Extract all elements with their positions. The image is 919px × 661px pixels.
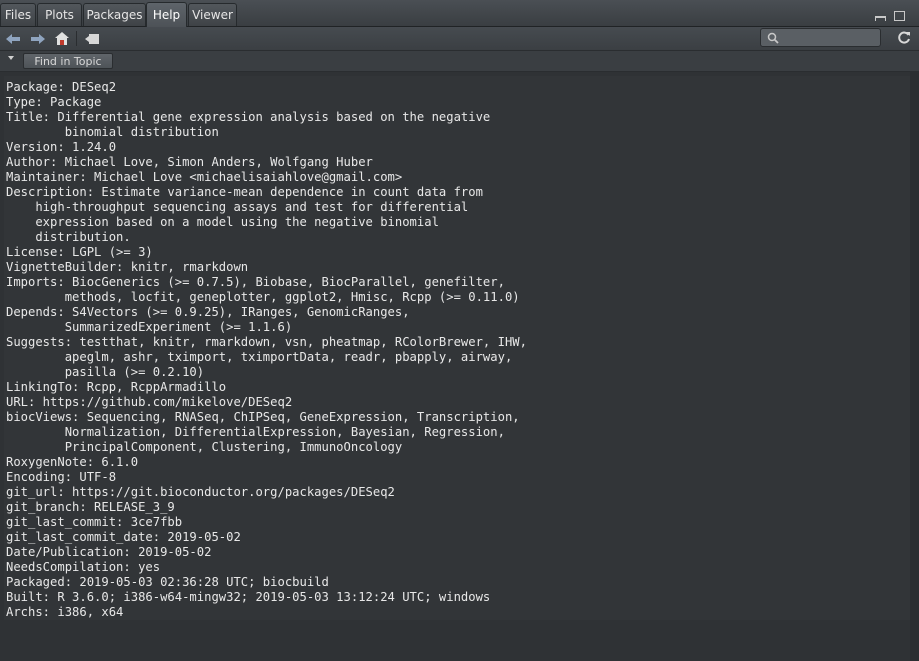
help-toolbar (0, 27, 919, 51)
description-line: Archs: i386, x64 (6, 605, 124, 619)
tab-help[interactable]: Help (146, 2, 187, 27)
description-line: git_branch: RELEASE_3_9 (6, 500, 175, 514)
description-line: Packaged: 2019-05-03 02:36:28 UTC; biocb… (6, 575, 329, 589)
description-line: Built: R 3.6.0; i386-w64-mingw32; 2019-0… (6, 590, 491, 604)
description-line: distribution. (6, 230, 131, 244)
description-line: biocViews: Sequencing, RNASeq, ChIPSeq, … (6, 410, 520, 424)
description-line: Version: 1.24.0 (6, 140, 117, 154)
description-line: Maintainer: Michael Love <michaelisaiahl… (6, 170, 403, 184)
pane-tab-bar: Files Plots Packages Help Viewer (0, 0, 919, 27)
description-line: RoxygenNote: 6.1.0 (6, 455, 139, 469)
description-line: apeglm, ashr, tximport, tximportData, re… (6, 350, 513, 364)
description-line: high-throughput sequencing assays and te… (6, 200, 469, 214)
description-line: NeedsCompilation: yes (6, 560, 161, 574)
description-line: Title: Differential gene expression anal… (6, 110, 491, 124)
tab-files[interactable]: Files (0, 3, 36, 26)
description-line: methods, locfit, geneplotter, ggplot2, H… (6, 290, 520, 304)
description-line: Imports: BiocGenerics (>= 0.7.5), Biobas… (6, 275, 505, 289)
toolbar-divider (76, 31, 77, 46)
description-line: git_last_commit: 3ce7fbb (6, 515, 183, 529)
vertical-scrollbar[interactable] (910, 71, 919, 661)
description-line: expression based on a model using the ne… (6, 215, 439, 229)
description-line: binomial distribution (6, 125, 219, 139)
maximize-pane-icon[interactable] (894, 11, 905, 21)
description-line: Suggests: testthat, knitr, rmarkdown, vs… (6, 335, 527, 349)
refresh-icon[interactable] (893, 28, 915, 48)
search-icon (767, 32, 779, 44)
description-line: git_url: https://git.bioconductor.org/pa… (6, 485, 395, 499)
description-line: URL: https://github.com/mikelove/DESeq2 (6, 395, 293, 409)
description-line: Encoding: UTF-8 (6, 470, 117, 484)
home-icon[interactable] (53, 30, 70, 47)
description-line: Description: Estimate variance-mean depe… (6, 185, 483, 199)
description-line: Package: DESeq2 (6, 80, 117, 94)
description-line: Type: Package (6, 95, 102, 109)
back-arrow-icon[interactable] (4, 30, 21, 47)
tab-viewer[interactable]: Viewer (188, 3, 237, 26)
chevron-down-icon[interactable] (8, 56, 14, 60)
description-line: Author: Michael Love, Simon Anders, Wolf… (6, 155, 373, 169)
description-line: License: LGPL (>= 3) (6, 245, 153, 259)
help-content-pane: Package: DESeq2 Type: Package Title: Diffe… (4, 76, 910, 620)
description-line: Depends: S4Vectors (>= 0.9.25), IRanges,… (6, 305, 410, 319)
description-line: VignetteBuilder: knitr, rmarkdown (6, 260, 249, 274)
show-in-new-window-icon[interactable] (83, 30, 100, 47)
minimize-pane-icon[interactable] (875, 16, 886, 21)
tab-packages[interactable]: Packages (83, 3, 146, 26)
find-toolbar: Find in Topic (0, 51, 919, 72)
description-line: PrincipalComponent, Clustering, ImmunoOn… (6, 440, 403, 454)
description-line: SummarizedExperiment (>= 1.1.6) (6, 320, 293, 334)
description-line: LinkingTo: Rcpp, RcppArmadillo (6, 380, 227, 394)
description-line: git_last_commit_date: 2019-05-02 (6, 530, 241, 544)
description-line: pasilla (>= 0.2.10) (6, 365, 205, 379)
forward-arrow-icon[interactable] (29, 30, 46, 47)
package-description-text: Package: DESeq2 Type: Package Title: Diffe… (6, 80, 527, 620)
tab-plots[interactable]: Plots (37, 3, 82, 26)
description-line: Normalization, DifferentialExpression, B… (6, 425, 505, 439)
description-line: Date/Publication: 2019-05-02 (6, 545, 212, 559)
find-in-topic-button[interactable]: Find in Topic (23, 53, 113, 69)
help-search-input[interactable] (760, 28, 881, 47)
